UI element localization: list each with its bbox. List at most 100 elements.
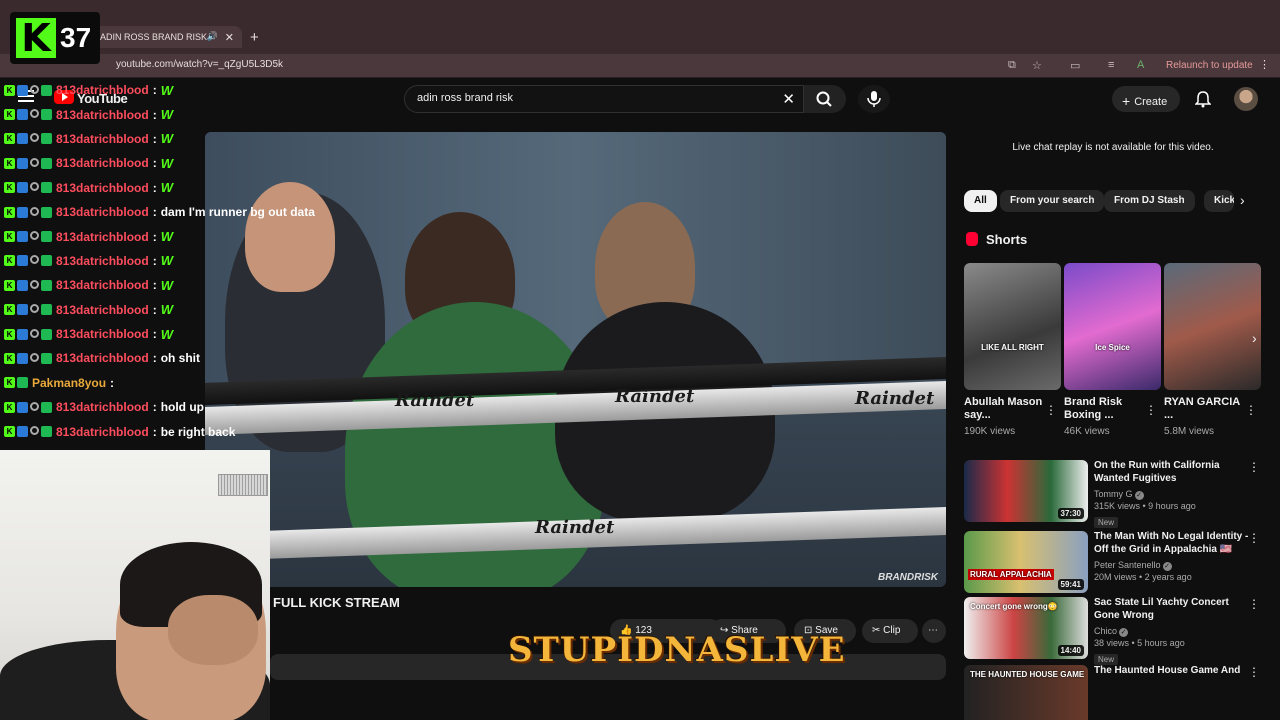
chat-username[interactable]: 813datrichblood xyxy=(56,181,149,195)
more-options-icon[interactable]: ⋮ xyxy=(1248,597,1260,611)
install-app-icon[interactable]: ⧉ xyxy=(1008,59,1016,72)
chat-username[interactable]: 813datrichblood xyxy=(56,278,149,292)
kick-badge-icon: K xyxy=(4,401,15,413)
recommended-video[interactable]: THE HAUNTED HOUSE GAME The Haunted House… xyxy=(964,665,1264,720)
chat-username[interactable]: 813datrichblood xyxy=(56,132,149,146)
chat-colon: : xyxy=(152,180,157,195)
filter-chip[interactable]: From DJ Stash xyxy=(1104,190,1195,212)
sub-badge-icon xyxy=(17,206,28,218)
kick-badge-icon: K xyxy=(4,109,15,121)
filter-chip[interactable]: Kick xyxy=(1204,190,1234,212)
bookmark-star-icon[interactable]: ☆ xyxy=(1032,59,1042,72)
search-input[interactable] xyxy=(417,92,767,104)
video-thumbnail[interactable]: 37:30 xyxy=(964,460,1088,522)
browser-tab-bar: ADIN ROSS BRAND RISK 🔊 ✕ + xyxy=(0,0,1280,54)
short-title[interactable]: Abullah Mason say... xyxy=(964,396,1044,422)
short-title[interactable]: Brand Risk Boxing ... xyxy=(1064,396,1144,422)
voice-search-button[interactable] xyxy=(858,85,890,113)
more-options-icon[interactable]: ⋮ xyxy=(1045,403,1057,417)
channel-name-text: Chico xyxy=(1094,626,1118,636)
short-thumbnail[interactable]: Ice Spice xyxy=(1064,263,1161,390)
relaunch-button[interactable]: Relaunch to update xyxy=(1160,58,1259,73)
extensions-icon[interactable]: ▭ xyxy=(1070,59,1080,72)
short-title[interactable]: RYAN GARCIA ... xyxy=(1164,396,1244,422)
streamer-hand xyxy=(168,595,258,665)
clear-search-icon[interactable]: ✕ xyxy=(782,90,795,108)
short-item[interactable]: LIKE ALL RIGHT Abullah Mason say... 190K… xyxy=(964,263,1061,437)
gift-badge-icon xyxy=(30,279,39,289)
gift-badge-icon xyxy=(30,157,39,167)
recommended-video[interactable]: RURAL APPALACHIA 59:41 The Man With No L… xyxy=(964,531,1264,593)
more-options-icon[interactable]: ⋮ xyxy=(1145,403,1157,417)
profile-icon[interactable]: A xyxy=(1137,59,1144,71)
rope-brand-text: Raindet xyxy=(395,390,475,411)
chat-colon: : xyxy=(152,327,157,342)
notifications-bell-icon[interactable] xyxy=(1195,90,1211,108)
chevron-right-icon[interactable]: › xyxy=(1240,192,1245,208)
chat-username[interactable]: 813datrichblood xyxy=(56,351,149,365)
chat-username[interactable]: 813datrichblood xyxy=(56,327,149,341)
gifter-badge-icon xyxy=(41,304,52,316)
sub-badge-icon xyxy=(17,304,28,316)
recommended-video[interactable]: 37:30 On the Run with California Wanted … xyxy=(964,460,1264,528)
new-tab-button[interactable]: + xyxy=(250,29,259,46)
chat-colon: : xyxy=(152,83,157,98)
chat-colon: : xyxy=(152,156,157,171)
more-options-icon[interactable]: ⋮ xyxy=(1248,531,1260,545)
short-thumbnail[interactable] xyxy=(1164,263,1261,390)
browser-tab[interactable]: ADIN ROSS BRAND RISK 🔊 ✕ xyxy=(92,26,242,48)
video-title[interactable]: On the Run with California Wanted Fugiti… xyxy=(1094,460,1254,485)
more-options-icon[interactable]: ⋮ xyxy=(1248,665,1260,679)
filter-chip[interactable]: From your search xyxy=(1000,190,1105,212)
more-options-icon[interactable]: ⋮ xyxy=(1248,460,1260,474)
recommended-video[interactable]: Concert gone wrong😳 14:40 Sac State Lil … xyxy=(964,597,1264,665)
filter-chip[interactable]: All xyxy=(964,190,997,212)
video-thumbnail[interactable]: THE HAUNTED HOUSE GAME xyxy=(964,665,1088,720)
more-options-icon[interactable]: ⋮ xyxy=(1245,403,1257,417)
tab-close-icon[interactable]: ✕ xyxy=(225,31,234,44)
search-box[interactable]: ✕ xyxy=(404,85,804,113)
short-thumbnail[interactable]: LIKE ALL RIGHT xyxy=(964,263,1061,390)
video-thumbnail[interactable]: RURAL APPALACHIA 59:41 xyxy=(964,531,1088,593)
chat-colon: : xyxy=(152,424,157,439)
chat-username[interactable]: 813datrichblood xyxy=(56,156,149,170)
video-meta: 315K views • 9 hours ago xyxy=(1094,501,1196,511)
chat-username[interactable]: 813datrichblood xyxy=(56,400,149,414)
speaker-icon[interactable]: 🔊 xyxy=(207,31,218,42)
chat-username[interactable]: 813datrichblood xyxy=(56,230,149,244)
account-avatar[interactable] xyxy=(1234,87,1258,111)
chat-badges: K xyxy=(4,84,52,96)
video-thumbnail[interactable]: Concert gone wrong😳 14:40 xyxy=(964,597,1088,659)
chat-message: K 813datrichblood : W xyxy=(0,298,360,322)
chat-badges: K xyxy=(4,133,52,145)
video-duration: 59:41 xyxy=(1057,579,1084,590)
shorts-next-icon[interactable]: › xyxy=(1252,330,1257,346)
browser-menu-icon[interactable]: ⋮ xyxy=(1259,58,1270,71)
search-button[interactable] xyxy=(804,85,846,113)
chat-username[interactable]: 813datrichblood xyxy=(56,83,149,97)
channel-name[interactable]: Peter Santenello ✓ xyxy=(1094,559,1254,571)
chat-username[interactable]: Pakman8you xyxy=(32,376,106,390)
video-title[interactable]: The Man With No Legal Identity - Off the… xyxy=(1094,531,1254,556)
chat-username[interactable]: 813datrichblood xyxy=(56,303,149,317)
video-duration: 14:40 xyxy=(1057,645,1084,656)
clip-button[interactable]: ✂ Clip xyxy=(862,619,918,643)
chat-username[interactable]: 813datrichblood xyxy=(56,108,149,122)
chat-username[interactable]: 813datrichblood xyxy=(56,254,149,268)
chat-username[interactable]: 813datrichblood xyxy=(56,205,149,219)
url-field[interactable]: youtube.com/watch?v=_qZgU5L3D5k xyxy=(116,59,283,70)
video-title[interactable]: The Haunted House Game And xyxy=(1094,665,1254,678)
create-button[interactable]: + Create xyxy=(1112,86,1180,112)
more-actions-button[interactable]: ⋯ xyxy=(922,619,946,643)
video-title[interactable]: Sac State Lil Yachty Concert Gone Wrong xyxy=(1094,597,1254,622)
kick-logo-icon: K xyxy=(16,18,56,58)
short-item[interactable]: Ice Spice Brand Risk Boxing ... 46K view… xyxy=(1064,263,1161,437)
reading-list-icon[interactable]: ≡ xyxy=(1108,59,1114,71)
short-item[interactable]: RYAN GARCIA ... 5.8M views ⋮ xyxy=(1164,263,1261,437)
chat-username[interactable]: 813datrichblood xyxy=(56,425,149,439)
channel-name[interactable]: Tommy G ✓ xyxy=(1094,488,1254,500)
chat-badges: K xyxy=(4,426,52,438)
chat-badges: K xyxy=(4,206,52,218)
chat-badges: K xyxy=(4,401,52,413)
channel-name[interactable]: Chico ✓ xyxy=(1094,625,1254,637)
